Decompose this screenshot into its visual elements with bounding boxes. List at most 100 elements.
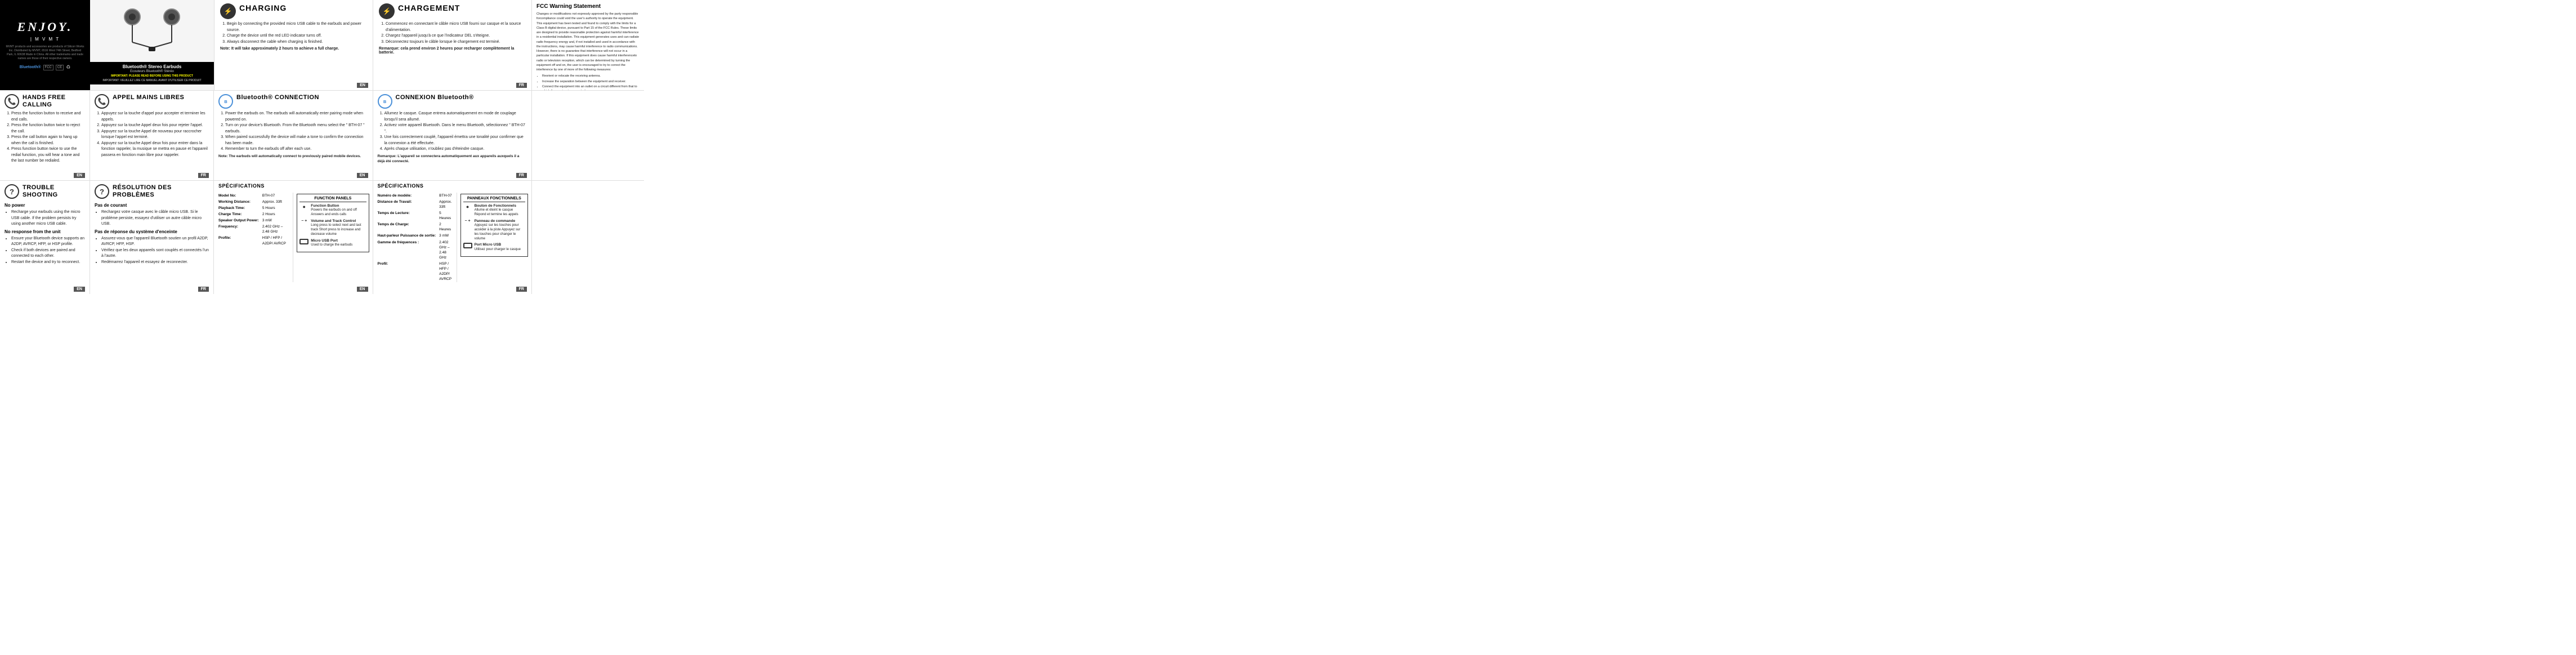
connexion-lang: FR xyxy=(516,173,527,178)
resolution-no-power-title: Pas de courant xyxy=(95,202,209,209)
trouble-body: No power Recharge your earbuds using the… xyxy=(0,200,90,284)
function-vol-label: Volume and Track Control xyxy=(311,219,366,224)
trouble-no-response-2: Check if both devices are paired and con… xyxy=(11,248,85,260)
bt-note-label: Note: xyxy=(218,154,228,158)
function-fr-panel-title: PANNEAUX FONCTIONNELS xyxy=(463,197,525,202)
appel-body: Appuyez sur la touche d'appel pour accep… xyxy=(90,110,213,171)
fcc-panel: FCC Warning Statement Changes or modific… xyxy=(531,0,644,90)
trouble-no-response-3: Restart the device and try to reconnect. xyxy=(11,260,85,266)
spec-value-freq: 2.402 GHz – 2.48 GHz xyxy=(261,224,289,235)
spec-row: Speaker Output Power: 3 mW xyxy=(217,217,289,224)
appel-phone-icon: 📞 xyxy=(95,94,109,109)
trouble-icon: ? xyxy=(5,184,19,199)
connexion-note-text: L'appareil se connectera automatiquement… xyxy=(378,154,520,164)
resolution-no-power-1: Rechargez votre casque avec le câble mic… xyxy=(101,210,209,228)
charging-step-1: Begin by connecting the provided micro U… xyxy=(227,21,367,33)
spec-fr-label-power: Haut-parleur Puissance de sortie: xyxy=(377,233,439,239)
top-section: ENJOY. | M V M T MVMT products and acces… xyxy=(0,0,644,90)
chargement-title: CHARGEMENT xyxy=(398,3,460,12)
charging-note: Note: It will take approximately 2 hours… xyxy=(220,47,367,51)
trouble-no-power-list: Recharge your earbuds using the micro US… xyxy=(5,210,85,228)
fcc-right-panel xyxy=(531,91,644,180)
brand-panel: ENJOY. | M V M T MVMT products and acces… xyxy=(0,0,90,90)
resolution-no-response-list: Assurez-vous que l'appareil Bluetooth so… xyxy=(95,236,209,266)
spec-label-distance: Working Distance: xyxy=(217,199,261,205)
function-fr-usb-text: Port Micro USB Utilisez pour charger le … xyxy=(475,243,521,252)
chargement-step-3: Déconnectez toujours le câble lorsque le… xyxy=(386,39,526,46)
function-fr-vol-label: Panneau de commande xyxy=(475,219,525,224)
spec-value-distance: Approx. 33ft xyxy=(261,199,289,205)
function-fr-usb-label: Port Micro USB xyxy=(475,243,521,247)
appel-section: 📞 APPEL MAINS LIBRES Appuyez sur la touc… xyxy=(90,91,214,180)
chargement-content: Commencez en connectant le câble micro U… xyxy=(373,20,531,81)
phone-icon: 📞 xyxy=(5,94,19,109)
spec-row: Working Distance: Approx. 33ft xyxy=(217,199,289,205)
specs-fr-section: SPÉCIFICATIONS Numéro de modèle: BTH-07 … xyxy=(373,181,532,294)
spec-value-power: 3 mW xyxy=(261,217,289,224)
hands-free-body: Press the function button to receive and… xyxy=(0,110,90,171)
chargement-header: ⚡ CHARGEMENT xyxy=(373,0,531,20)
specs-fr-right: PANNEAUX FONCTIONNELS ● Bouton de Foncti… xyxy=(457,190,531,285)
function-fr-vol-icon: − + xyxy=(463,219,472,223)
specs-fr-title: SPÉCIFICATIONS xyxy=(378,183,527,189)
image-panel: Bluetooth® Stereo Earbuds Ecouteurs Blue… xyxy=(90,0,214,90)
charging-lang: EN xyxy=(357,83,368,88)
charging-title: CHARGING xyxy=(239,3,287,12)
trouble-no-response-1: Ensure your Bluetooth device supports an… xyxy=(11,236,85,248)
micro-usb-shape xyxy=(299,239,308,244)
spec-label-freq: Frequency: xyxy=(217,224,261,235)
specs-table: Model No: BTH-07 Working Distance: Appro… xyxy=(217,193,289,247)
product-title-box: Bluetooth® Stereo Earbuds Ecouteurs Blue… xyxy=(90,62,214,84)
specs-fr-left: Numéro de modèle: BTH-07 Distance de Tra… xyxy=(373,190,457,285)
charging-step-2: Charge the device until the red LED indi… xyxy=(227,33,367,39)
connexion-icon: ʙ xyxy=(378,94,392,109)
page-wrapper: ENJOY. | M V M T MVMT products and acces… xyxy=(0,0,644,294)
earbuds-svg xyxy=(113,6,191,56)
fcc-bullet-1: Reorient or relocate the receiving anten… xyxy=(542,74,639,78)
function-fr-btn-icon: ● xyxy=(463,204,472,210)
resolution-no-response-1: Assurez-vous que l'appareil Bluetooth so… xyxy=(101,236,209,248)
charging-header: ⚡ CHARGING xyxy=(214,0,373,20)
function-usb-icon xyxy=(299,239,308,244)
charging-step-3: Always disconnect the cable when chargin… xyxy=(227,39,367,46)
spec-fr-row: Distance de Travail: Approx. 33ft xyxy=(377,199,453,210)
specs-fr-lang: FR xyxy=(516,287,527,292)
appel-lang: FR xyxy=(198,173,209,178)
function-fr-panel-box: PANNEAUX FONCTIONNELS ● Bouton de Foncti… xyxy=(460,194,528,257)
appel-step-2: Appuyez sur la touche Appel deux fois po… xyxy=(101,123,209,129)
function-row-2: − + Volume and Track Control Long press … xyxy=(299,219,366,237)
fcc-bullets: Reorient or relocate the receiving anten… xyxy=(536,74,639,90)
function-btn-label: Function Button xyxy=(311,204,366,208)
chargement-steps: Commencez en connectant le câble micro U… xyxy=(379,21,526,45)
spec-fr-value-power: 3 mW xyxy=(438,233,453,239)
spec-value-playback: 5 Hours xyxy=(261,205,289,211)
specs-header: SPÉCIFICATIONS xyxy=(214,181,373,190)
spec-fr-label-playback: Temps de Lecture: xyxy=(377,210,439,221)
specs-fr-header: SPÉCIFICATIONS xyxy=(373,181,532,190)
specs-lang-row: EN xyxy=(214,284,373,294)
spec-fr-row: Temps de Charge: 2 Heures xyxy=(377,221,453,233)
hands-free-header: 📞 HANDS FREE CALLING xyxy=(0,91,90,110)
resolution-no-response-3: Redémarrez l'appareil et essayez de reco… xyxy=(101,260,209,266)
recycle-logo: ♻ xyxy=(66,64,70,70)
brand-mvmt: | M V M T xyxy=(30,37,60,42)
charging-note-text: It will take approximately 2 hours to ac… xyxy=(231,47,339,51)
bt-connection-header: ʙ Bluetooth® CONNECTION xyxy=(214,91,373,110)
resolution-no-power-list: Rechargez votre casque avec le câble mic… xyxy=(95,210,209,228)
brand-enjoy: ENJOY. xyxy=(17,20,73,34)
bt-connection-step-2: Turn on your device's Bluetooth. From th… xyxy=(225,123,368,135)
spec-fr-value-distance: Approx. 33ft xyxy=(438,199,453,210)
function-row-3: Micro USB Port Used to charge the earbud… xyxy=(299,239,366,248)
spec-row: Frequency: 2.402 GHz – 2.48 GHz xyxy=(217,224,289,235)
spec-row: Playback Time: 5 Hours xyxy=(217,205,289,211)
spec-fr-label-charge: Temps de Charge: xyxy=(377,221,439,233)
charging-icon: ⚡ xyxy=(220,3,236,19)
hands-free-lang: EN xyxy=(74,173,85,178)
spec-fr-row: Numéro de modèle: BTH-07 xyxy=(377,193,453,199)
specs-fr-lang-row: FR xyxy=(373,284,532,294)
trouble-lang-row: EN xyxy=(0,284,90,294)
product-title-fr: Ecouteurs Bluetooth® Stéréo xyxy=(95,70,209,73)
function-panel-box: FUNCTION PANELS ● Function Button Powers… xyxy=(297,194,369,252)
trouble-lang: EN xyxy=(74,287,85,292)
resolution-no-response-2: Vérifiez que les deux appareils sont cou… xyxy=(101,248,209,260)
